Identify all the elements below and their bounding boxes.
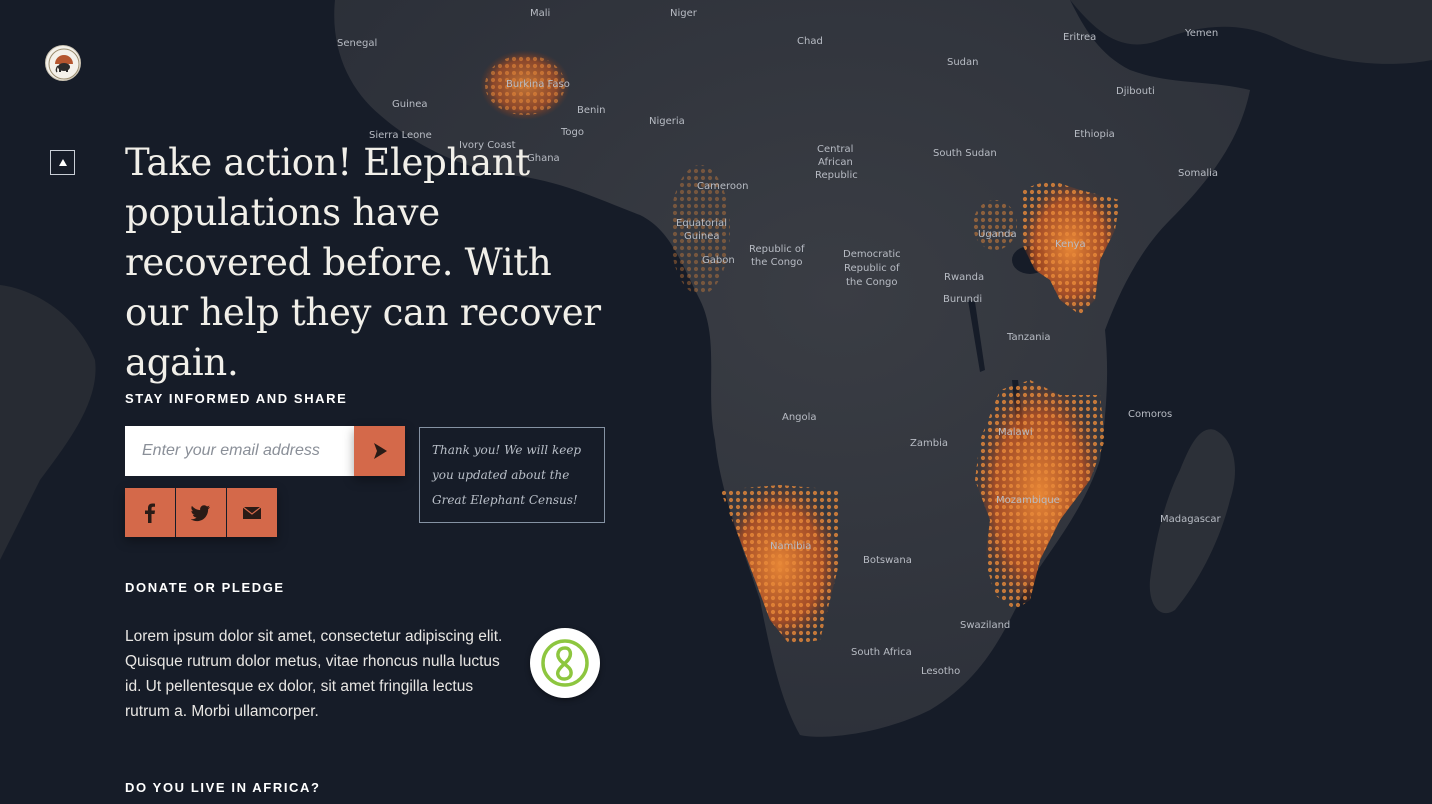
map-label-togo: Togo [560,127,584,138]
map-label-mali: Mali [530,8,550,19]
page-headline: Take action! Elephant populations have r… [125,141,601,384]
map-label-drc-1: Democratic [843,249,901,260]
map-label-roc-2: the Congo [751,257,803,268]
map-label-kenya: Kenya [1055,239,1086,250]
thank-you-message: Thank you! We will keep you updated abou… [419,427,605,523]
email-input[interactable] [125,426,354,476]
map-label-roc-1: Republic of [749,244,805,255]
arrow-right-icon [373,443,387,459]
density-uganda [973,200,1017,250]
map-label-swaziland: Swaziland [960,620,1010,631]
pledge-button[interactable] [530,628,600,698]
email-share-button[interactable] [227,488,277,537]
map-label-chad: Chad [797,36,823,47]
map-label-burkina: Burkina Faso [506,79,570,90]
map-label-namibia: Namibia [770,541,811,552]
email-icon [242,506,262,519]
triangle-up-icon [58,159,67,166]
map-label-senegal: Senegal [337,38,377,49]
map-label-rwanda: Rwanda [944,272,984,283]
map-label-uganda: Uganda [978,229,1017,240]
scroll-up-button[interactable] [50,150,75,175]
donate-section-title: DONATE OR PLEDGE [125,580,285,595]
map-label-eqg-2: Guinea [684,231,719,242]
map-label-car-3: Republic [815,170,858,181]
map-label-niger: Niger [670,8,698,19]
donate-description: Lorem ipsum dolor sit amet, consectetur … [125,628,503,720]
map-label-comoros: Comoros [1128,409,1172,420]
africa-section-title: DO YOU LIVE IN AFRICA? [125,780,321,795]
map-label-car-2: African [818,157,853,168]
map-label-southafrica: South Africa [851,647,912,658]
share-buttons [125,488,277,537]
map-label-car-1: Central [817,144,853,155]
map-label-lesotho: Lesotho [921,666,960,677]
map-label-ssudan: South Sudan [933,148,997,159]
great-elephant-census-logo[interactable] [45,45,81,81]
map-label-drc-2: Republic of [844,263,900,274]
map-label-guinea: Guinea [392,99,427,110]
map-label-yemen: Yemen [1184,28,1218,39]
map-label-eritrea: Eritrea [1063,32,1096,43]
map-label-burundi: Burundi [943,294,982,305]
map-label-drc-3: the Congo [846,277,898,288]
map-label-ethiopia: Ethiopia [1074,129,1115,140]
map-label-madagascar: Madagascar [1160,514,1222,525]
map-label-tanzania: Tanzania [1006,332,1051,343]
map-label-eqg-1: Equatorial [676,218,727,229]
facebook-share-button[interactable] [125,488,175,537]
twitter-share-button[interactable] [176,488,226,537]
map-label-zambia: Zambia [910,438,948,449]
map-label-botswana: Botswana [863,555,912,566]
map-label-benin: Benin [577,105,605,116]
map-label-malawi: Malawi [998,427,1033,438]
map-label-mozambique: Mozambique [996,495,1060,506]
map-label-cameroon: Cameroon [697,181,748,192]
share-section-title: STAY INFORMED AND SHARE [125,391,348,406]
map-label-angola: Angola [782,412,817,423]
map-label-djibouti: Djibouti [1116,86,1155,97]
pledge-logo-icon [541,639,589,687]
email-submit-button[interactable] [354,426,405,476]
map-label-gabon: Gabon [702,255,735,266]
map-label-somalia: Somalia [1178,168,1218,179]
map-label-sudan: Sudan [947,57,979,68]
facebook-icon [145,503,155,523]
map-label-nigeria: Nigeria [649,116,685,127]
twitter-icon [191,504,210,521]
